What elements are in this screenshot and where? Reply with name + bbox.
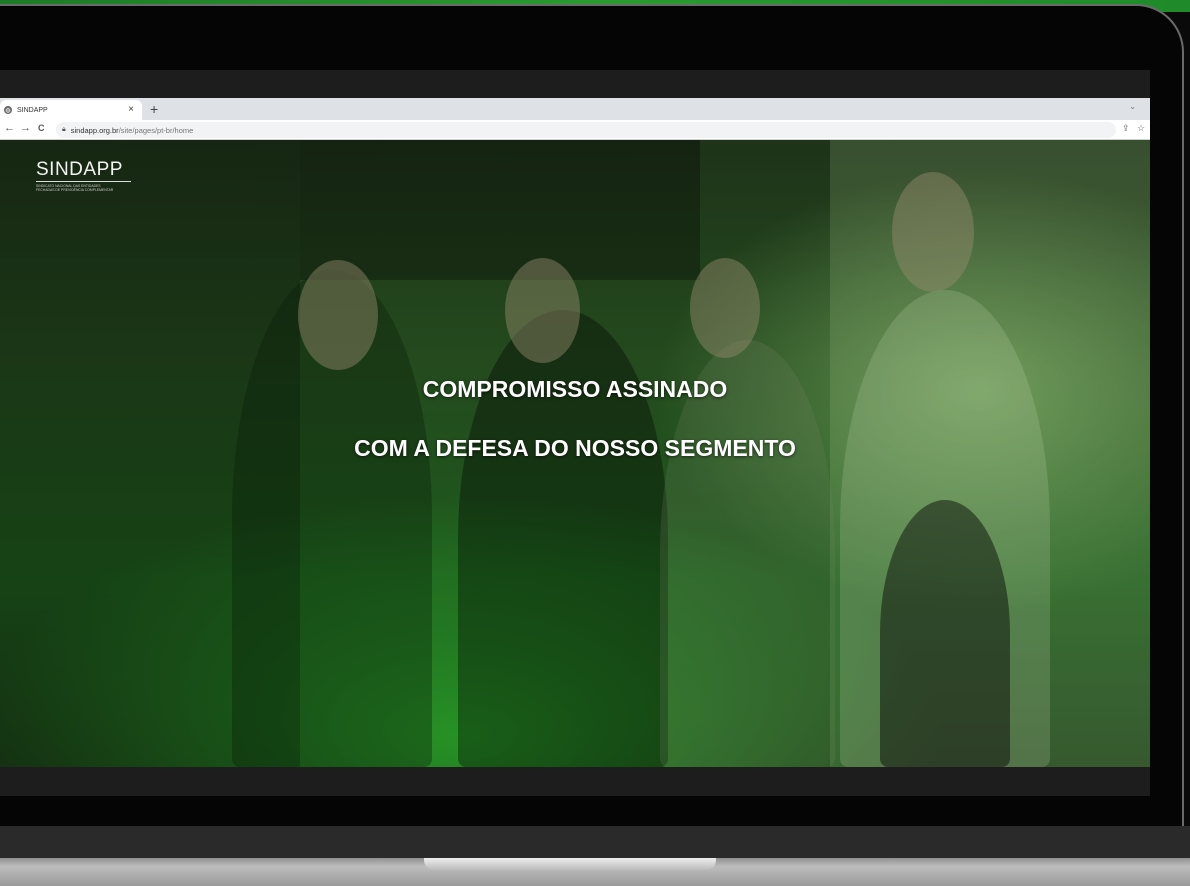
tab-search-chevron-icon[interactable]: ⌄ — [1129, 102, 1136, 111]
browser-tab[interactable]: ◍ SINDAPP × — [0, 100, 142, 120]
logo-tagline-2: FECHADAS DE PREVIDÊNCIA COMPLEMENTAR — [36, 188, 114, 192]
globe-icon: ◍ — [4, 106, 12, 114]
person-trousers — [880, 500, 1010, 767]
browser-toolbar: ← → C 🔒︎ sindapp.org.br/site/pages/pt-br… — [0, 120, 1150, 140]
new-tab-button[interactable]: + — [150, 100, 158, 118]
laptop-base — [0, 826, 1190, 862]
back-arrow-icon[interactable]: ← — [4, 122, 15, 134]
sindapp-logo[interactable]: SINDAPP SINDICATO NACIONAL DAS ENTIDADES… — [36, 160, 131, 192]
person-head — [298, 260, 378, 370]
ceiling-background — [300, 140, 700, 280]
browser-tabstrip: ◍ SINDAPP × + ⌄ — [0, 98, 1150, 120]
person-silhouette — [660, 340, 835, 767]
tab-title: SINDAPP — [17, 106, 48, 114]
person-head — [690, 258, 760, 358]
person-head — [892, 172, 974, 292]
screen-bottom-bar — [0, 767, 1150, 796]
url-path: /site/pages/pt-br/home — [118, 125, 194, 135]
close-tab-icon[interactable]: × — [128, 104, 134, 115]
url-domain: sindapp.org.br — [70, 125, 119, 135]
hero-headline-line2: COM A DEFESA DO NOSSO SEGMENTO — [354, 435, 796, 461]
laptop-screen: ◍ SINDAPP × + ⌄ ← → C 🔒︎ sindapp.org.br /… — [0, 70, 1150, 796]
hero-headline-line1: COMPROMISSO ASSINADO — [422, 376, 728, 402]
forward-arrow-icon[interactable]: → — [20, 122, 31, 134]
hero-banner: SINDAPP SINDICATO NACIONAL DAS ENTIDADES… — [0, 140, 1150, 767]
person-head — [505, 258, 580, 363]
reload-icon[interactable]: C — [38, 123, 45, 133]
bookmark-star-icon[interactable]: ☆ — [1137, 123, 1145, 134]
share-icon[interactable]: ⇪ — [1122, 123, 1130, 134]
address-bar[interactable]: 🔒︎ sindapp.org.br/site/pages/pt-br/home — [56, 122, 1116, 138]
laptop-hinge-notch — [424, 858, 716, 870]
logo-wordmark: SINDAPP — [36, 160, 131, 182]
lock-icon: 🔒︎ — [62, 126, 66, 133]
